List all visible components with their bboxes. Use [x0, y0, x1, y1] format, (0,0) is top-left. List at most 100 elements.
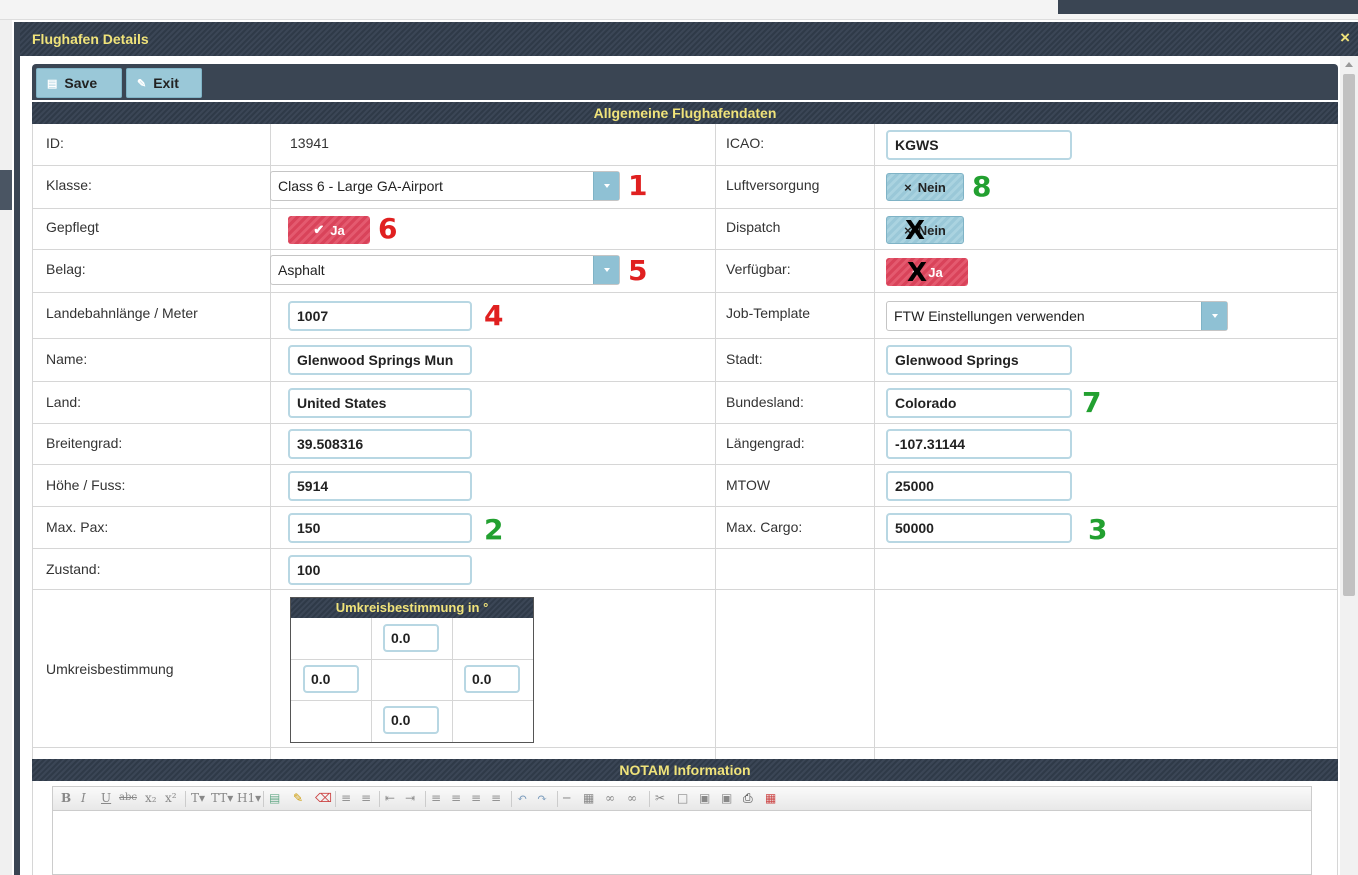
source-code-icon[interactable]: ▦ [765, 791, 776, 805]
grid-row-line [32, 506, 1338, 507]
gepflegt-toggle[interactable]: ✔ Ja [288, 216, 370, 244]
link-icon[interactable]: ∞ [605, 791, 615, 805]
chevron-down-icon[interactable] [593, 172, 619, 200]
cut-icon[interactable]: ✂ [655, 791, 665, 805]
zustand-input[interactable]: 100 [288, 555, 472, 585]
print-icon[interactable]: ⎙ [743, 791, 753, 805]
indent-icon[interactable]: ⇥ [405, 791, 415, 805]
luftversorgung-toggle-label: Nein [917, 179, 946, 195]
dispatch-label: Dispatch [726, 219, 781, 235]
land-label: Land: [46, 394, 82, 410]
verfuegbar-label: Verfügbar: [726, 261, 791, 277]
belag-select[interactable]: Asphalt [270, 255, 620, 285]
outdent-icon[interactable]: ⇤ [385, 791, 395, 805]
bullet-list-icon[interactable]: ≡ [341, 791, 351, 805]
umkreis-label: Umkreisbestimmung [46, 661, 174, 677]
umkreis-east-input[interactable]: 0.0 [464, 665, 520, 693]
luftversorgung-toggle[interactable]: × Nein [886, 173, 964, 201]
grid-row-line [32, 747, 1338, 748]
maxpax-input[interactable]: 150 [288, 513, 472, 543]
bundesland-label: Bundesland: [726, 394, 804, 410]
umkreis-north-input[interactable]: 0.0 [383, 624, 439, 652]
underline-icon[interactable]: U [101, 791, 111, 805]
icao-label: ICAO: [726, 135, 765, 151]
klasse-select[interactable]: Class 6 - Large GA-Airport [270, 171, 620, 201]
umkreis-col-line [371, 618, 372, 742]
umkreis-west-input[interactable]: 0.0 [303, 665, 359, 693]
strikethrough-icon[interactable]: abc [119, 791, 137, 805]
belag-label: Belag: [46, 261, 86, 277]
align-center-icon[interactable]: ≡ [451, 791, 461, 805]
breitengrad-input[interactable]: 39.508316 [288, 429, 472, 459]
scrollbar-thumb[interactable] [1343, 74, 1355, 596]
align-right-icon[interactable]: ≡ [471, 791, 481, 805]
unlink-icon[interactable]: ∞ [627, 791, 637, 805]
dialog-toolbar: ▤ Save ✎ Exit [32, 64, 1338, 100]
maxcargo-input[interactable]: 50000 [886, 513, 1072, 543]
umkreis-south-input[interactable]: 0.0 [383, 706, 439, 734]
exit-button[interactable]: ✎ Exit [126, 68, 202, 98]
toolbar-separator [185, 791, 186, 807]
jobtemplate-select[interactable]: FTW Einstellungen verwenden [886, 301, 1228, 331]
grid-row-line [32, 208, 1338, 209]
grid-row-line [32, 338, 1338, 339]
scroll-up-icon[interactable] [1345, 62, 1353, 67]
numbered-list-icon[interactable]: ≡ [361, 791, 371, 805]
stadt-label: Stadt: [726, 351, 763, 367]
laengengrad-input[interactable]: -107.31144 [886, 429, 1072, 459]
exit-button-label: Exit [153, 75, 179, 91]
hoehe-input[interactable]: 5914 [288, 471, 472, 501]
grid-row-line [32, 381, 1338, 382]
strike-mark-dispatch: X [905, 216, 926, 246]
font-family-icon[interactable]: T▾ [191, 791, 205, 805]
dialog-scrollbar[interactable] [1340, 56, 1358, 875]
toolbar-separator [557, 791, 558, 807]
redo-icon[interactable]: ↷ [537, 791, 547, 805]
chevron-down-icon[interactable] [593, 256, 619, 284]
subscript-icon[interactable]: x₂ [145, 791, 157, 805]
clear-format-icon[interactable]: ⌫ [315, 791, 332, 805]
breitengrad-label: Breitengrad: [46, 435, 123, 451]
paste-icon[interactable]: ▣ [699, 791, 710, 805]
align-justify-icon[interactable]: ≡ [491, 791, 501, 805]
chevron-down-icon[interactable] [1201, 302, 1227, 330]
undo-icon[interactable]: ↶ [517, 791, 527, 805]
close-icon[interactable]: × [1340, 28, 1350, 48]
horizontal-rule-icon[interactable]: ─ [563, 791, 570, 805]
grid-row-line [32, 249, 1338, 250]
land-input[interactable]: United States [288, 388, 472, 418]
annotation-number: 4 [484, 299, 504, 332]
notam-editor[interactable]: B I U abc x₂ x² T▾ TT▾ H1▾ ▤ ✎ ⌫ ≡ ≡ ⇤ ⇥… [52, 786, 1312, 875]
icao-input[interactable]: KGWS [886, 130, 1072, 160]
grid-row-line [32, 423, 1338, 424]
copy-icon[interactable]: □ [677, 791, 688, 805]
id-value: 13941 [290, 135, 329, 151]
mtow-label: MTOW [726, 477, 771, 493]
jobtemplate-label: Job-Template [726, 305, 811, 321]
grid-row-line [32, 589, 1338, 590]
save-button[interactable]: ▤ Save [36, 68, 122, 98]
name-input[interactable]: Glenwood Springs Mun [288, 345, 472, 375]
italic-icon[interactable]: I [81, 791, 86, 805]
bold-icon[interactable]: B [61, 791, 71, 805]
text-color-icon[interactable]: ▤ [269, 791, 280, 805]
maxpax-label: Max. Pax: [46, 519, 109, 535]
save-icon: ▤ [47, 77, 58, 90]
align-left-icon[interactable]: ≡ [431, 791, 441, 805]
grid-border-right [1337, 781, 1338, 875]
stadt-input[interactable]: Glenwood Springs [886, 345, 1072, 375]
dialog-titlebar: Flughafen Details × [20, 22, 1358, 56]
paste-text-icon[interactable]: ▣ [721, 791, 732, 805]
landebahn-input[interactable]: 1007 [288, 301, 472, 331]
table-icon[interactable]: ▦ [583, 791, 594, 805]
section-header-general: Allgemeine Flughafendaten [32, 102, 1338, 124]
umkreis-table-header: Umkreisbestimmung in ° [291, 598, 533, 618]
highlight-icon[interactable]: ✎ [293, 791, 303, 805]
heading-icon[interactable]: H1▾ [237, 791, 261, 805]
font-size-icon[interactable]: TT▾ [211, 791, 233, 805]
name-label: Name: [46, 351, 88, 367]
bundesland-input[interactable]: Colorado [886, 388, 1072, 418]
superscript-icon[interactable]: x² [165, 791, 177, 805]
save-button-label: Save [64, 75, 98, 91]
mtow-input[interactable]: 25000 [886, 471, 1072, 501]
